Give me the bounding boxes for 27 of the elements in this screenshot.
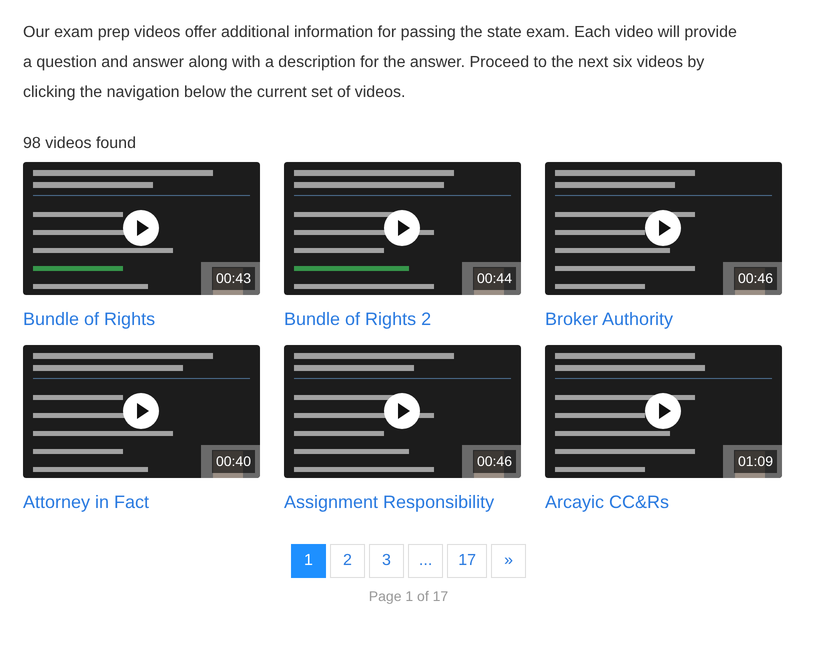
duration-badge: 01:09 [734,450,777,473]
next-page-button[interactable]: » [491,544,526,578]
result-count: 98 videos found [23,134,137,154]
play-icon[interactable] [384,210,420,246]
page-button[interactable]: 17 [447,544,488,578]
page-status: Page 1 of 17 [368,587,448,606]
video-title-link[interactable]: Bundle of Rights [23,307,260,331]
play-icon[interactable] [123,210,159,246]
video-title-link[interactable]: Arcayic CC&Rs [545,490,782,514]
duration-badge: 00:46 [472,450,516,473]
page-button[interactable]: 1 [290,544,326,578]
page-button[interactable]: 2 [330,544,365,578]
play-icon[interactable] [645,393,681,429]
page-button[interactable]: ... [408,544,444,578]
video-title-link[interactable]: Assignment Responsibility [284,490,521,514]
duration-badge: 00:44 [472,267,516,290]
page-button[interactable]: 3 [368,544,404,578]
play-icon[interactable] [123,393,159,429]
play-icon[interactable] [645,210,681,246]
play-icon[interactable] [384,393,420,429]
duration-badge: 00:43 [212,267,255,290]
duration-badge: 00:40 [212,450,255,473]
video-title-link[interactable]: Bundle of Rights 2 [284,307,521,331]
intro-paragraph: Our exam prep videos offer additional information for passing the state exam. Each video will provide a question and answer along with a description for the answer. Proceed to the next six videos by clicking the navigation below the current set of videos. [23,23,738,103]
video-title-link[interactable]: Attorney in Fact [23,490,260,514]
video-title-link[interactable]: Broker Authority [545,307,782,331]
duration-badge: 00:46 [734,267,777,290]
